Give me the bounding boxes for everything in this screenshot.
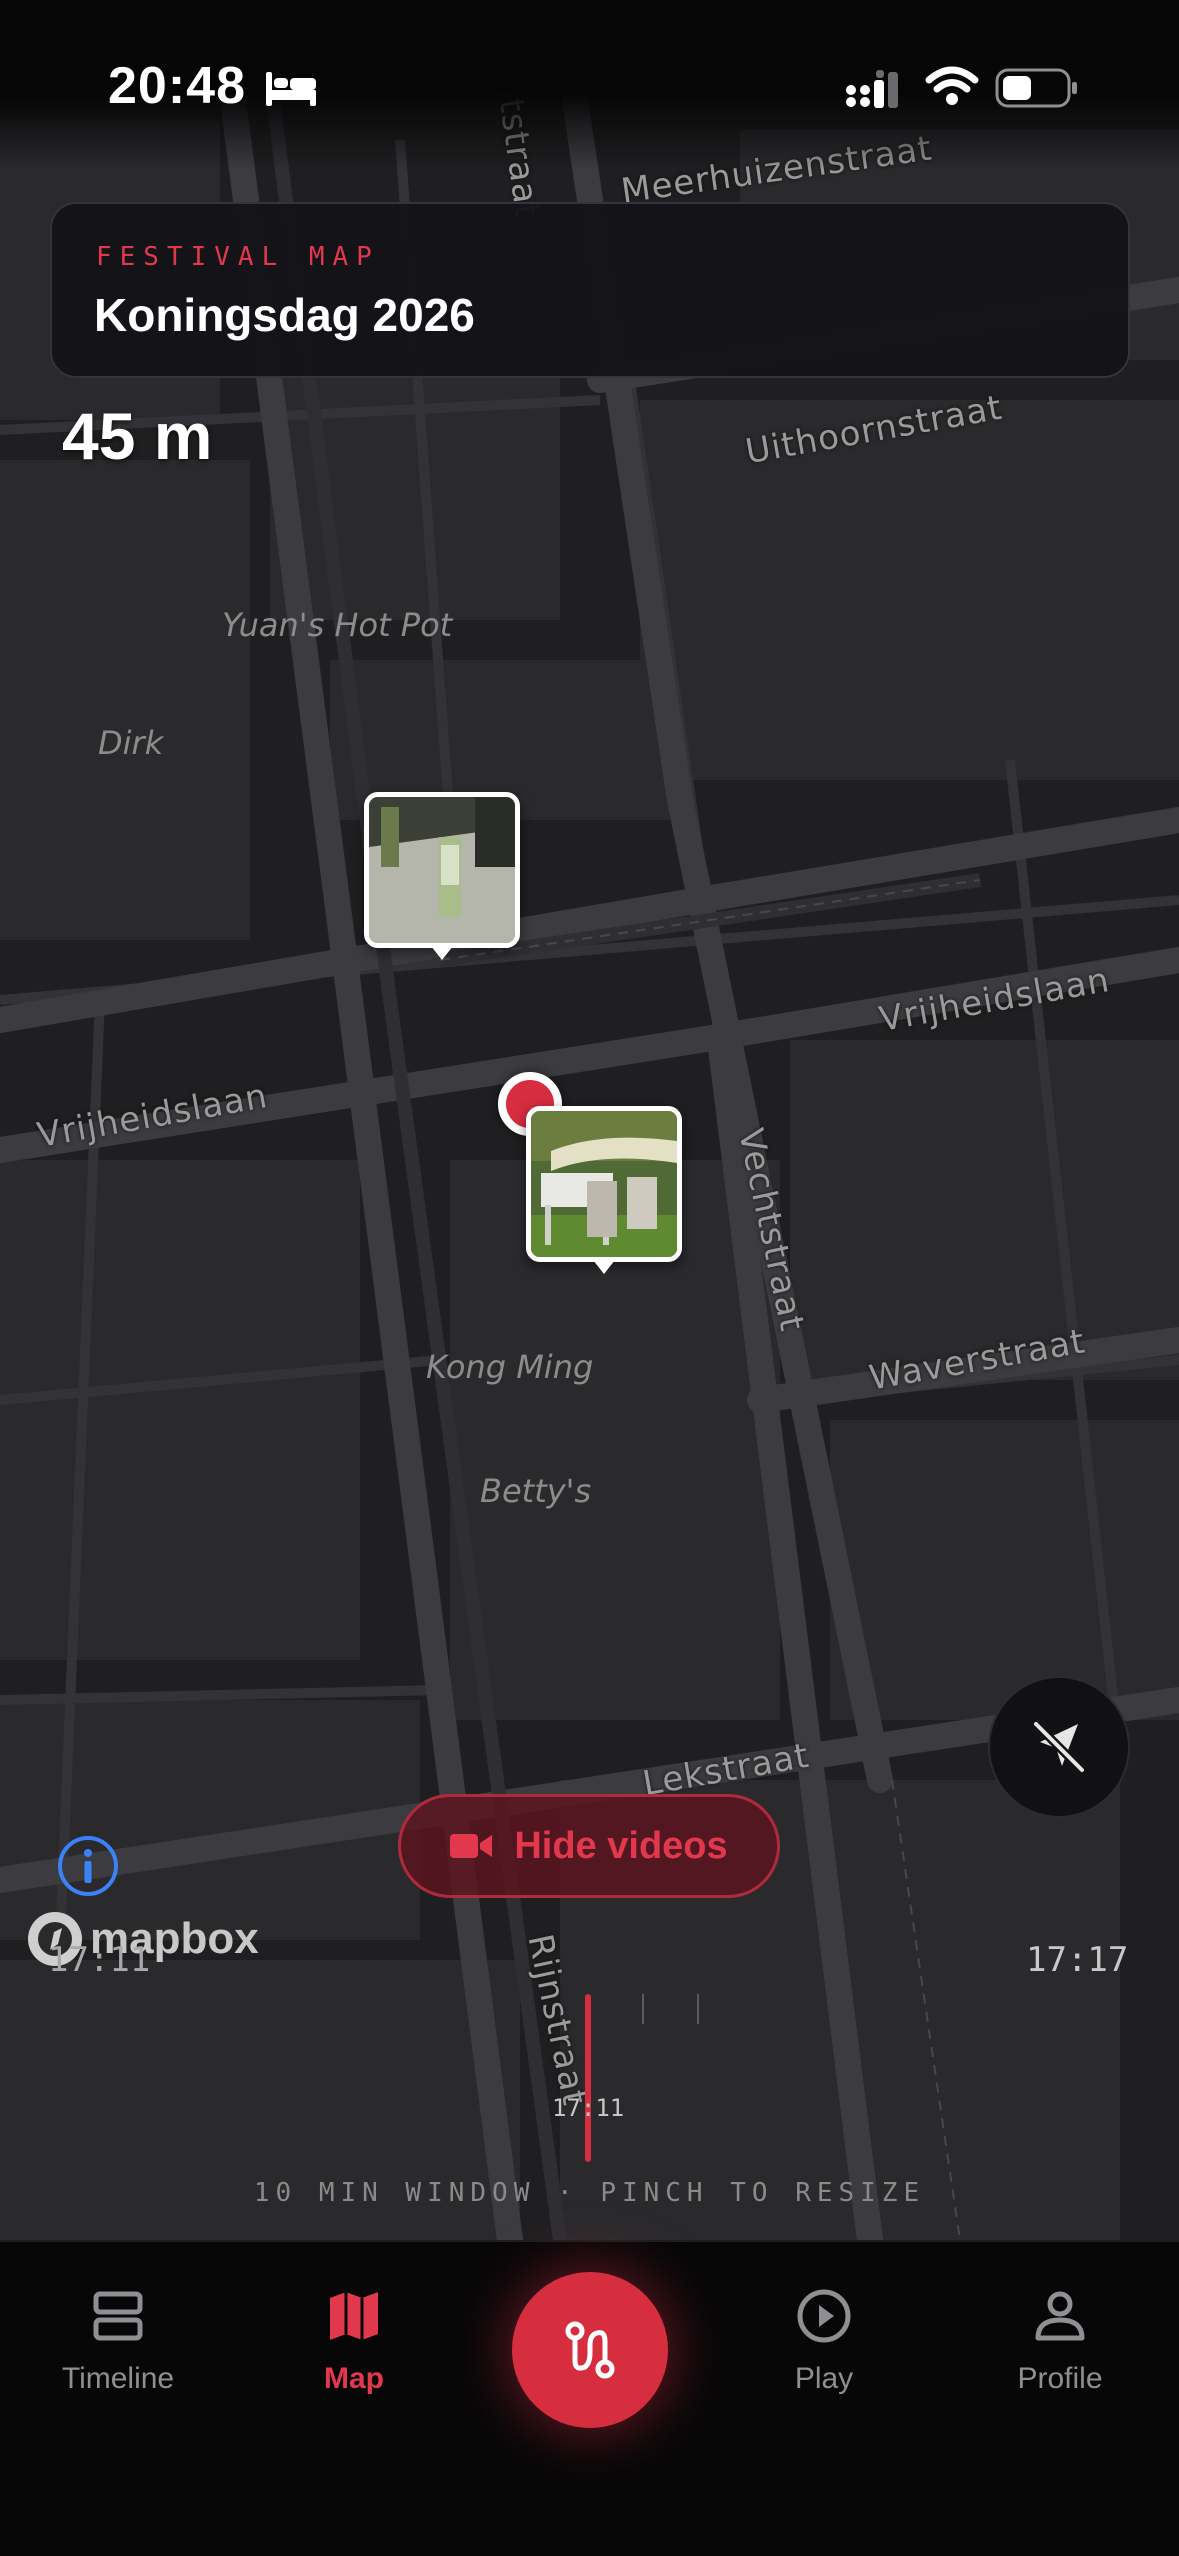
hide-videos-label: Hide videos	[514, 1824, 728, 1867]
tab-play[interactable]: Play	[724, 2286, 924, 2396]
video-marker[interactable]	[364, 792, 520, 948]
map-scale: 45 m	[62, 399, 213, 473]
poi-label: Kong Ming	[426, 1348, 594, 1386]
timeline-scrubber-handle[interactable]	[585, 1994, 591, 2162]
tab-label: Play	[794, 2362, 854, 2395]
festival-eyebrow: FESTIVAL MAP	[96, 242, 380, 272]
video-marker-pointer	[431, 946, 453, 960]
video-thumbnail-garden	[531, 1111, 677, 1257]
profile-icon	[1035, 2291, 1085, 2341]
battery-icon	[995, 68, 1077, 108]
bottom-tab-bar: Timeline Map Play Profile	[0, 2240, 1179, 2556]
festival-title: Koningsdag 2026	[94, 289, 475, 341]
tab-profile[interactable]: Profile	[960, 2286, 1160, 2396]
info-icon[interactable]	[56, 1834, 120, 1898]
timeline-end-time: 17:17	[1026, 1940, 1129, 1980]
route-icon	[565, 2321, 615, 2379]
timeline-icon	[93, 2291, 143, 2341]
tab-map[interactable]: Map	[254, 2286, 454, 2396]
video-camera-icon	[450, 1834, 493, 1858]
hide-videos-button[interactable]: Hide videos	[398, 1794, 780, 1898]
poi-label: Yuan's Hot Pot	[222, 606, 453, 644]
timeline-tick	[642, 1994, 644, 2024]
play-icon	[797, 2289, 851, 2343]
tab-label: Timeline	[61, 2362, 175, 2395]
tab-timeline[interactable]: Timeline	[18, 2286, 218, 2396]
wifi-icon	[925, 66, 979, 105]
video-marker-pointer	[593, 1260, 615, 1274]
timeline-window-hint: 10 MIN WINDOW · PINCH TO RESIZE	[253, 2178, 926, 2208]
location-off-icon	[1031, 1719, 1087, 1775]
scrubber-current-time: 17:11	[552, 2094, 625, 2122]
tab-label: Profile	[1017, 2362, 1103, 2395]
tab-label: Map	[324, 2362, 384, 2395]
poi-label: Dirk	[98, 724, 164, 762]
location-follow-button[interactable]	[988, 1676, 1130, 1818]
timeline-tick	[697, 1994, 699, 2024]
video-thumbnail-cans	[369, 797, 515, 943]
cellular-signal-icon	[846, 70, 898, 108]
timeline-start-time: 17:11	[48, 1940, 151, 1980]
status-time: 20:48	[108, 57, 246, 115]
poi-label: Betty's	[480, 1472, 592, 1510]
video-marker[interactable]	[526, 1106, 682, 1262]
sleep-focus-icon	[266, 72, 316, 106]
route-record-button[interactable]	[512, 2272, 668, 2428]
festival-header-card[interactable]: FESTIVAL MAP Koningsdag 2026	[50, 202, 1130, 378]
status-bar: 20:48	[0, 0, 1179, 170]
map-icon	[330, 2292, 378, 2340]
